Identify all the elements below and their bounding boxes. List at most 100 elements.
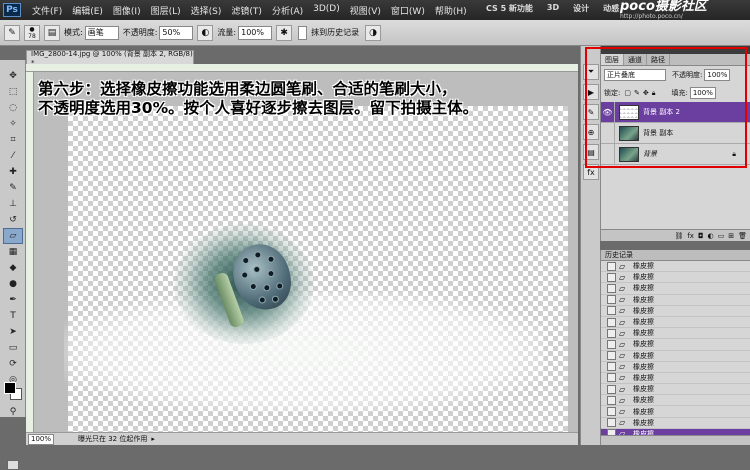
history-panel-title[interactable]: 历史记录: [601, 250, 750, 261]
canvas-area[interactable]: 第六步：选择橡皮擦功能选用柔边圆笔刷、合适的笔刷大小， 不透明度选用30%。按个…: [34, 72, 578, 432]
menu-filter[interactable]: 滤镜(T): [226, 4, 267, 17]
main-menu: 文件(F) 编辑(E) 图像(I) 图层(L) 选择(S) 滤镜(T) 分析(A…: [27, 4, 472, 17]
workspace-design[interactable]: 设计: [573, 3, 589, 14]
history-footer: [601, 435, 750, 445]
history-item[interactable]: ▱ 橡皮擦: [601, 339, 750, 351]
document-tab[interactable]: IMG_2800-14.jpg @ 100% (背景 副本 2, RGB/8) …: [26, 50, 194, 67]
pressure-size-icon[interactable]: ◑: [365, 24, 382, 41]
history-snapshot-checkbox[interactable]: [607, 351, 616, 361]
history-snapshot-checkbox[interactable]: [607, 317, 616, 327]
menu-select[interactable]: 选择(S): [186, 4, 227, 17]
history-item-label: 橡皮擦: [633, 284, 654, 293]
history-snapshot-checkbox[interactable]: [607, 407, 616, 417]
eraser-tool-icon[interactable]: ▱: [3, 228, 23, 244]
history-item-label: 橡皮擦: [633, 273, 654, 282]
history-item-label: 橡皮擦: [633, 306, 654, 315]
history-snapshot-checkbox[interactable]: [607, 306, 616, 316]
opacity-label: 不透明度:: [122, 28, 158, 37]
history-snapshot-checkbox[interactable]: [607, 418, 616, 428]
new-group-icon[interactable]: ▭: [718, 232, 725, 240]
history-item[interactable]: ▱ 橡皮擦: [601, 418, 750, 429]
history-snapshot-checkbox[interactable]: [607, 373, 616, 383]
menu-bar: Ps 文件(F) 编辑(E) 图像(I) 图层(L) 选择(S) 滤镜(T) 分…: [0, 0, 750, 20]
menu-analysis[interactable]: 分析(A): [267, 4, 308, 17]
pressure-opacity-icon[interactable]: ◐: [197, 24, 214, 41]
workspace-cs5-new[interactable]: CS 5 新功能: [486, 3, 533, 14]
brush-picker-icon[interactable]: ● 78: [24, 24, 40, 41]
fx-icon[interactable]: fx: [687, 232, 694, 240]
history-item[interactable]: ▱ 橡皮擦: [601, 295, 750, 306]
history-item[interactable]: ▱ 橡皮擦: [601, 384, 750, 396]
eraser-preset-icon[interactable]: ✎: [4, 24, 20, 41]
history-item[interactable]: ▱ 橡皮擦: [601, 261, 750, 273]
history-snapshot-checkbox[interactable]: [607, 395, 616, 405]
add-mask-icon[interactable]: ◘: [698, 232, 704, 240]
lasso-tool-icon[interactable]: ◌: [3, 100, 23, 116]
type-tool-icon[interactable]: T: [3, 308, 23, 324]
history-item[interactable]: ▱ 橡皮擦: [601, 317, 750, 329]
history-item[interactable]: ▱ 橡皮擦: [601, 283, 750, 295]
menu-help[interactable]: 帮助(H): [430, 4, 472, 17]
history-snapshot-checkbox[interactable]: [607, 328, 616, 338]
menu-view[interactable]: 视图(V): [345, 4, 386, 17]
brush-tool-icon[interactable]: ✎: [3, 180, 23, 196]
history-item[interactable]: ▱ 橡皮擦: [601, 395, 750, 407]
foreground-color-swatch[interactable]: [4, 382, 16, 394]
adjustment-layer-icon[interactable]: ◐: [708, 232, 714, 240]
eraser-icon: ▱: [619, 418, 626, 428]
brush-panel-icon[interactable]: ▤: [44, 24, 60, 41]
status-arrow-icon[interactable]: ▸: [151, 435, 155, 443]
workspace-3d[interactable]: 3D: [547, 3, 559, 14]
history-snapshot-checkbox[interactable]: [607, 272, 616, 282]
marquee-tool-icon[interactable]: ⬚: [3, 84, 23, 100]
menu-layer[interactable]: 图层(L): [146, 4, 186, 17]
history-brush-tool-icon[interactable]: ↺: [3, 212, 23, 228]
blur-tool-icon[interactable]: ◆: [3, 260, 23, 276]
menu-window[interactable]: 窗口(W): [386, 4, 430, 17]
history-item[interactable]: ▱ 橡皮擦: [601, 362, 750, 373]
seed-hole: [249, 282, 258, 291]
zoom-tool-icon[interactable]: ⚲: [3, 404, 23, 420]
erase-to-history-checkbox[interactable]: [298, 25, 308, 40]
mode-select[interactable]: 画笔: [84, 25, 119, 40]
quick-mask-icon[interactable]: [7, 460, 19, 470]
history-item[interactable]: ▱ 橡皮擦: [601, 373, 750, 385]
stamp-tool-icon[interactable]: ⊥: [3, 196, 23, 212]
history-item[interactable]: ▱ 橡皮擦: [601, 306, 750, 317]
menu-file[interactable]: 文件(F): [27, 4, 67, 17]
move-tool-icon[interactable]: ✥: [3, 68, 23, 84]
workspace-motion[interactable]: 动感: [603, 3, 619, 14]
eyedropper-tool-icon[interactable]: ⁄: [3, 148, 23, 164]
history-item[interactable]: ▱ 橡皮擦: [601, 351, 750, 362]
dodge-tool-icon[interactable]: ●: [3, 276, 23, 292]
history-snapshot-checkbox[interactable]: [607, 295, 616, 305]
history-snapshot-checkbox[interactable]: [607, 261, 616, 271]
history-item-label: 橡皮擦: [633, 407, 654, 416]
trash-icon[interactable]: 🗑︎: [738, 232, 747, 240]
flow-input[interactable]: 100%: [238, 25, 273, 40]
history-item[interactable]: ▱ 橡皮擦: [601, 406, 750, 418]
menu-image[interactable]: 图像(I): [108, 4, 146, 17]
history-item[interactable]: ▱ 橡皮擦: [601, 272, 750, 284]
3d-rotate-tool-icon[interactable]: ⟳: [3, 356, 23, 372]
new-layer-icon[interactable]: ⊞: [728, 232, 734, 240]
quick-select-tool-icon[interactable]: ✧: [3, 116, 23, 132]
history-item[interactable]: ▱ 橡皮擦: [601, 328, 750, 340]
healing-tool-icon[interactable]: ✚: [3, 164, 23, 180]
history-snapshot-checkbox[interactable]: [607, 384, 616, 394]
zoom-input[interactable]: 100%: [28, 433, 54, 445]
airbrush-icon[interactable]: ✱: [276, 24, 293, 41]
eraser-icon: ▱: [619, 351, 626, 361]
menu-3d[interactable]: 3D(D): [308, 4, 345, 17]
crop-tool-icon[interactable]: ⌗: [3, 132, 23, 148]
menu-edit[interactable]: 编辑(E): [67, 4, 108, 17]
history-snapshot-checkbox[interactable]: [607, 362, 616, 372]
pen-tool-icon[interactable]: ✒: [3, 292, 23, 308]
link-layers-icon[interactable]: ⛓: [674, 232, 683, 240]
shape-tool-icon[interactable]: ▭: [3, 340, 23, 356]
path-select-tool-icon[interactable]: ➤: [3, 324, 23, 340]
history-snapshot-checkbox[interactable]: [607, 339, 616, 349]
gradient-tool-icon[interactable]: ▦: [3, 244, 23, 260]
opacity-input[interactable]: 50%: [159, 25, 194, 40]
history-snapshot-checkbox[interactable]: [607, 283, 616, 293]
